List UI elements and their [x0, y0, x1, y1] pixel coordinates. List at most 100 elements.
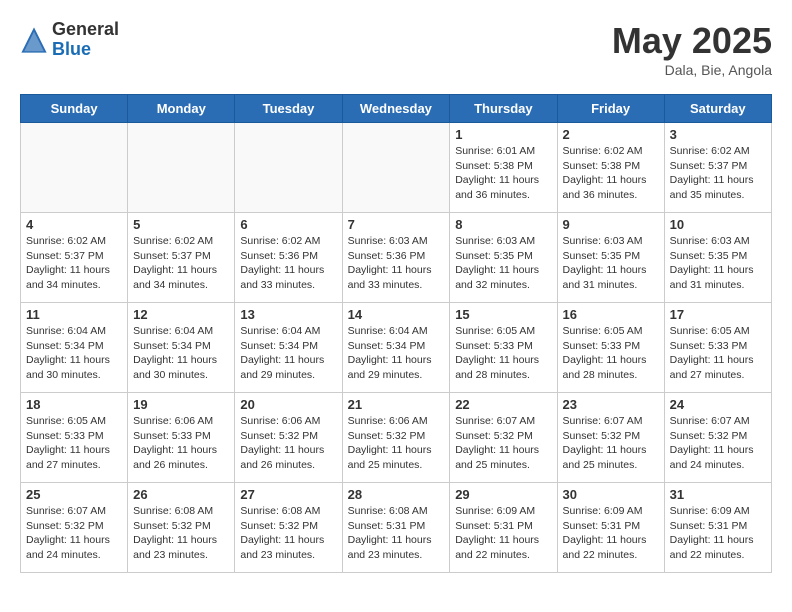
day-number: 27 — [240, 487, 336, 502]
day-info: Sunrise: 6:03 AMSunset: 5:35 PMDaylight:… — [670, 234, 766, 293]
day-number: 21 — [348, 397, 445, 412]
day-number: 16 — [563, 307, 659, 322]
calendar-cell: 28 Sunrise: 6:08 AMSunset: 5:31 PMDayligh… — [342, 483, 450, 573]
day-info: Sunrise: 6:06 AMSunset: 5:32 PMDaylight:… — [348, 414, 445, 473]
day-number: 8 — [455, 217, 551, 232]
day-info: Sunrise: 6:09 AMSunset: 5:31 PMDaylight:… — [670, 504, 766, 563]
calendar-cell: 11Sunrise: 6:04 AMSunset: 5:34 PMDayligh… — [21, 303, 128, 393]
col-header-thursday: Thursday — [450, 95, 557, 123]
day-info: Sunrise: 6:02 AMSunset: 5:37 PMDaylight:… — [133, 234, 229, 293]
calendar-cell: 24Sunrise: 6:07 AMSunset: 5:32 PMDayligh… — [664, 393, 771, 483]
day-info: Sunrise: 6:02 AMSunset: 5:38 PMDaylight:… — [563, 144, 659, 203]
day-number: 17 — [670, 307, 766, 322]
calendar-cell: 12 Sunrise: 6:04 AMSunset: 5:34 PMDayligh… — [128, 303, 235, 393]
day-info: Sunrise: 6:05 AMSunset: 5:33 PMDaylight:… — [563, 324, 659, 383]
calendar-cell: 31 Sunrise: 6:09 AMSunset: 5:31 PMDayligh… — [664, 483, 771, 573]
day-info: Sunrise: 6:01 AMSunset: 5:38 PMDaylight:… — [455, 144, 551, 203]
col-header-sunday: Sunday — [21, 95, 128, 123]
day-number: 7 — [348, 217, 445, 232]
day-number: 2 — [563, 127, 659, 142]
day-number: 26 — [133, 487, 229, 502]
day-info: Sunrise: 6:06 AMSunset: 5:33 PMDaylight:… — [133, 414, 229, 473]
week-row-4: 18Sunrise: 6:05 AMSunset: 5:33 PMDayligh… — [21, 393, 772, 483]
calendar-cell: 27 Sunrise: 6:08 AMSunset: 5:32 PMDayligh… — [235, 483, 342, 573]
day-number: 9 — [563, 217, 659, 232]
calendar-cell: 6Sunrise: 6:02 AMSunset: 5:36 PMDaylight… — [235, 213, 342, 303]
col-header-monday: Monday — [128, 95, 235, 123]
calendar-cell: 23Sunrise: 6:07 AMSunset: 5:32 PMDayligh… — [557, 393, 664, 483]
calendar-cell: 4 Sunrise: 6:02 AMSunset: 5:37 PMDaylight… — [21, 213, 128, 303]
calendar-cell: 13 Sunrise: 6:04 AMSunset: 5:34 PMDayligh… — [235, 303, 342, 393]
day-number: 15 — [455, 307, 551, 322]
day-info: Sunrise: 6:08 AMSunset: 5:31 PMDaylight:… — [348, 504, 445, 563]
calendar-cell: 22Sunrise: 6:07 AMSunset: 5:32 PMDayligh… — [450, 393, 557, 483]
day-number: 20 — [240, 397, 336, 412]
day-number: 28 — [348, 487, 445, 502]
day-info: Sunrise: 6:05 AMSunset: 5:33 PMDaylight:… — [455, 324, 551, 383]
day-info: Sunrise: 6:03 AMSunset: 5:35 PMDaylight:… — [455, 234, 551, 293]
calendar-cell: 17 Sunrise: 6:05 AMSunset: 5:33 PMDayligh… — [664, 303, 771, 393]
calendar-cell: 7 Sunrise: 6:03 AMSunset: 5:36 PMDaylight… — [342, 213, 450, 303]
title-area: May 2025 Dala, Bie, Angola — [612, 20, 772, 78]
week-row-2: 4 Sunrise: 6:02 AMSunset: 5:37 PMDaylight… — [21, 213, 772, 303]
day-number: 3 — [670, 127, 766, 142]
day-info: Sunrise: 6:05 AMSunset: 5:33 PMDaylight:… — [670, 324, 766, 383]
day-info: Sunrise: 6:04 AMSunset: 5:34 PMDaylight:… — [348, 324, 445, 383]
logo-general: General — [52, 20, 119, 40]
col-header-wednesday: Wednesday — [342, 95, 450, 123]
day-number: 23 — [563, 397, 659, 412]
day-info: Sunrise: 6:05 AMSunset: 5:33 PMDaylight:… — [26, 414, 122, 473]
month-title: May 2025 — [612, 20, 772, 62]
day-info: Sunrise: 6:04 AMSunset: 5:34 PMDaylight:… — [133, 324, 229, 383]
day-info: Sunrise: 6:03 AMSunset: 5:35 PMDaylight:… — [563, 234, 659, 293]
day-number: 13 — [240, 307, 336, 322]
week-row-5: 25 Sunrise: 6:07 AMSunset: 5:32 PMDayligh… — [21, 483, 772, 573]
day-info: Sunrise: 6:04 AMSunset: 5:34 PMDaylight:… — [240, 324, 336, 383]
week-row-1: 1Sunrise: 6:01 AMSunset: 5:38 PMDaylight… — [21, 123, 772, 213]
location: Dala, Bie, Angola — [612, 62, 772, 78]
calendar-cell — [342, 123, 450, 213]
calendar-table: SundayMondayTuesdayWednesdayThursdayFrid… — [20, 94, 772, 573]
calendar-cell: 26 Sunrise: 6:08 AMSunset: 5:32 PMDayligh… — [128, 483, 235, 573]
calendar-cell: 5 Sunrise: 6:02 AMSunset: 5:37 PMDaylight… — [128, 213, 235, 303]
day-info: Sunrise: 6:07 AMSunset: 5:32 PMDaylight:… — [26, 504, 122, 563]
calendar-cell: 3 Sunrise: 6:02 AMSunset: 5:37 PMDaylight… — [664, 123, 771, 213]
calendar-cell: 8 Sunrise: 6:03 AMSunset: 5:35 PMDaylight… — [450, 213, 557, 303]
calendar-cell: 16 Sunrise: 6:05 AMSunset: 5:33 PMDayligh… — [557, 303, 664, 393]
day-number: 12 — [133, 307, 229, 322]
week-row-3: 11 Sunrise: 6:04 AMSunset: 5:34 PMDayligh… — [21, 303, 772, 393]
day-number: 19 — [133, 397, 229, 412]
calendar-cell: 21 Sunrise: 6:06 AMSunset: 5:32 PMDayligh… — [342, 393, 450, 483]
day-number: 11 — [26, 307, 122, 322]
calendar-cell: 2 Sunrise: 6:02 AMSunset: 5:38 PMDaylight… — [557, 123, 664, 213]
day-number: 25 — [26, 487, 122, 502]
logo: General Blue — [20, 20, 119, 60]
calendar-cell: 18Sunrise: 6:05 AMSunset: 5:33 PMDayligh… — [21, 393, 128, 483]
logo-icon — [20, 26, 48, 54]
calendar-cell: 15 Sunrise: 6:05 AMSunset: 5:33 PMDayligh… — [450, 303, 557, 393]
day-number: 24 — [670, 397, 766, 412]
day-number: 22 — [455, 397, 551, 412]
day-info: Sunrise: 6:02 AMSunset: 5:36 PMDaylight:… — [240, 234, 336, 293]
day-number: 5 — [133, 217, 229, 232]
day-info: Sunrise: 6:02 AMSunset: 5:37 PMDaylight:… — [26, 234, 122, 293]
col-header-tuesday: Tuesday — [235, 95, 342, 123]
day-info: Sunrise: 6:08 AMSunset: 5:32 PMDaylight:… — [240, 504, 336, 563]
day-info: Sunrise: 6:02 AMSunset: 5:37 PMDaylight:… — [670, 144, 766, 203]
day-info: Sunrise: 6:09 AMSunset: 5:31 PMDaylight:… — [563, 504, 659, 563]
day-info: Sunrise: 6:08 AMSunset: 5:32 PMDaylight:… — [133, 504, 229, 563]
calendar-cell — [128, 123, 235, 213]
day-number: 10 — [670, 217, 766, 232]
calendar-cell: 30Sunrise: 6:09 AMSunset: 5:31 PMDayligh… — [557, 483, 664, 573]
day-info: Sunrise: 6:06 AMSunset: 5:32 PMDaylight:… — [240, 414, 336, 473]
day-number: 14 — [348, 307, 445, 322]
day-number: 4 — [26, 217, 122, 232]
calendar-cell: 9 Sunrise: 6:03 AMSunset: 5:35 PMDaylight… — [557, 213, 664, 303]
calendar-cell: 20 Sunrise: 6:06 AMSunset: 5:32 PMDayligh… — [235, 393, 342, 483]
col-header-friday: Friday — [557, 95, 664, 123]
day-info: Sunrise: 6:03 AMSunset: 5:36 PMDaylight:… — [348, 234, 445, 293]
calendar-cell: 10 Sunrise: 6:03 AMSunset: 5:35 PMDayligh… — [664, 213, 771, 303]
calendar-cell: 25 Sunrise: 6:07 AMSunset: 5:32 PMDayligh… — [21, 483, 128, 573]
logo-text: General Blue — [52, 20, 119, 60]
day-number: 31 — [670, 487, 766, 502]
